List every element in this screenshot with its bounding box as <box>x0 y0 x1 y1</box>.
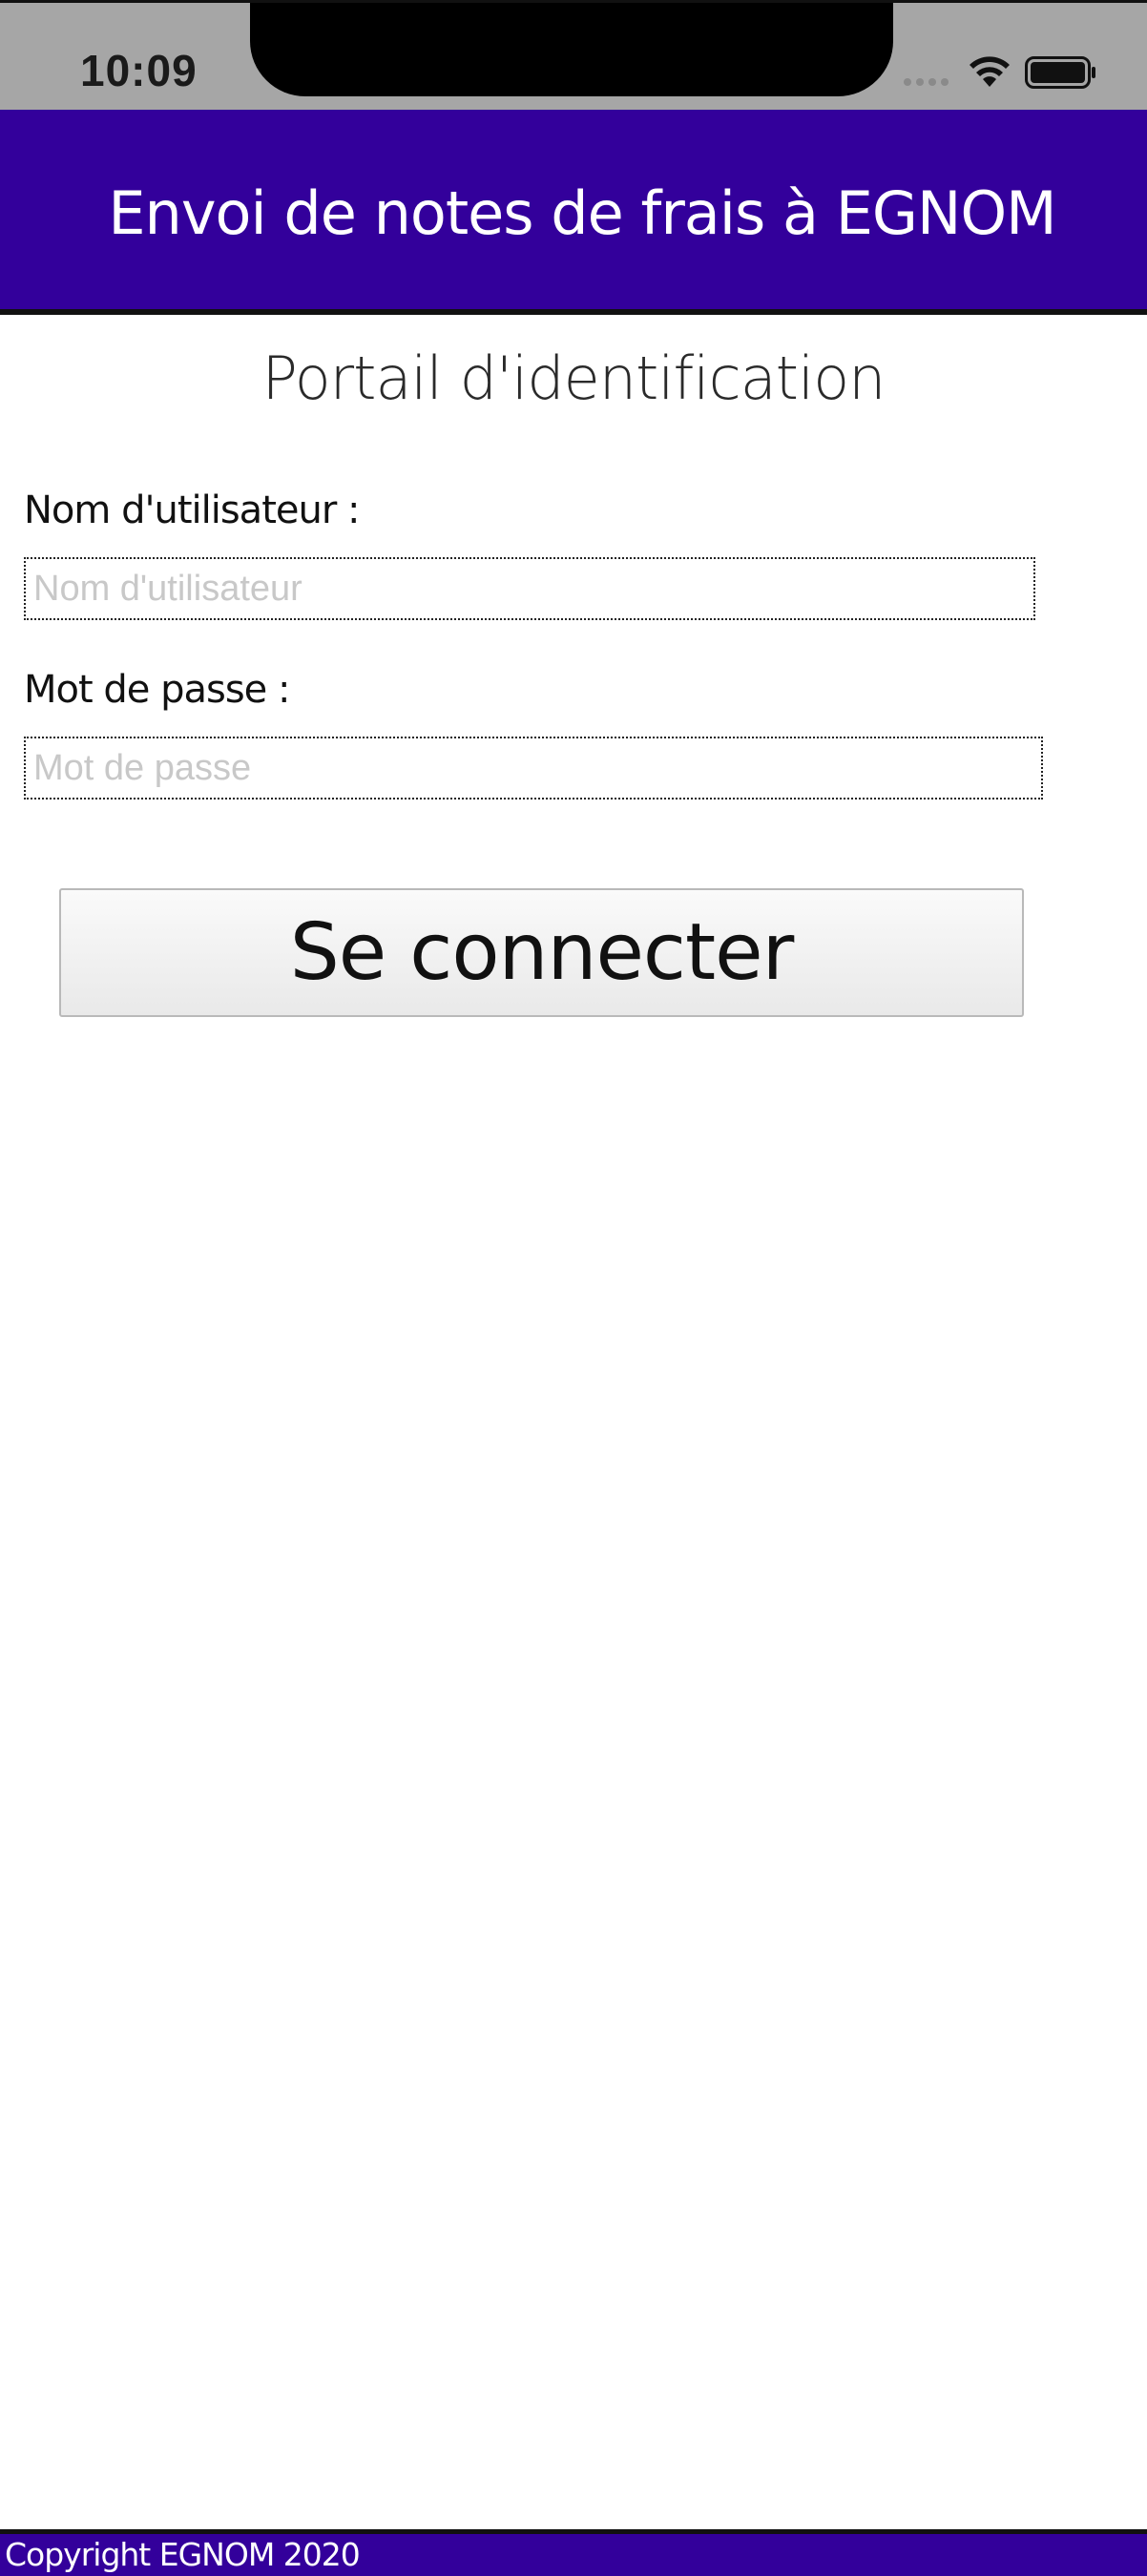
username-input[interactable] <box>24 557 1035 620</box>
status-bar: 10:09 <box>0 0 1147 110</box>
password-input[interactable] <box>24 737 1043 800</box>
battery-icon <box>1025 56 1095 89</box>
signal-icon <box>904 78 949 86</box>
wifi-icon <box>970 56 1010 87</box>
login-button[interactable]: Se connecter <box>59 888 1024 1017</box>
status-time: 10:09 <box>80 46 198 95</box>
app-page: 10:09 Envoi de notes de frais à EGNOM Po… <box>0 0 1147 2576</box>
copyright-text: Copyright EGNOM 2020 <box>5 2536 361 2573</box>
portal-title: Portail d'identification <box>261 343 886 413</box>
device-notch <box>250 3 893 96</box>
username-label: Nom d'utilisateur : <box>24 488 360 532</box>
password-label: Mot de passe : <box>24 668 290 712</box>
app-footer: Copyright EGNOM 2020 <box>0 2529 1147 2576</box>
header-title: Envoi de notes de frais à EGNOM <box>108 178 1056 248</box>
app-header: Envoi de notes de frais à EGNOM <box>0 110 1147 315</box>
